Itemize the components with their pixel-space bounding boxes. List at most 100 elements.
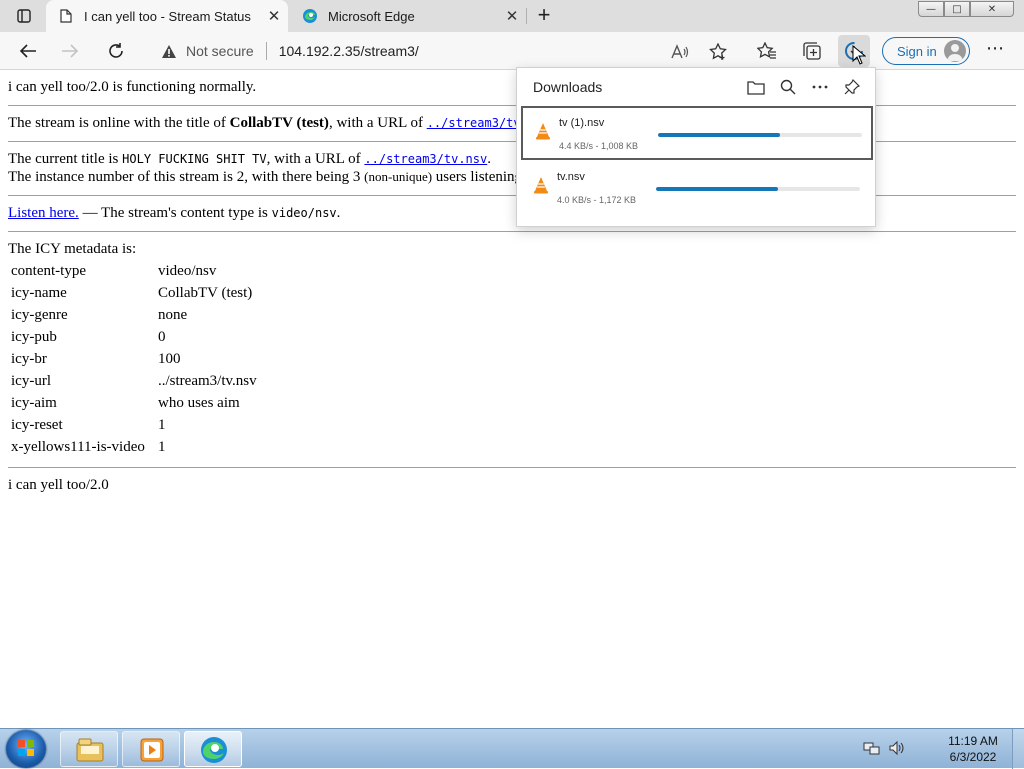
table-row: icy-genre none <box>8 304 260 326</box>
download-progress-fill <box>656 187 779 191</box>
pin-icon[interactable] <box>843 78 861 96</box>
sign-in-button[interactable]: Sign in <box>882 37 970 65</box>
edge-logo-icon <box>201 737 227 763</box>
close-tab-icon[interactable]: ✕ <box>260 7 288 25</box>
clock[interactable]: 11:19 AM 6/3/2022 <box>936 733 1010 765</box>
vlc-file-icon <box>536 123 550 140</box>
tab-actions-icon[interactable] <box>12 6 36 26</box>
metadata-key: icy-aim <box>11 394 57 411</box>
back-icon[interactable] <box>14 38 42 64</box>
metadata-key: x-yellows111-is-video <box>11 438 145 455</box>
close-window-button[interactable]: ✕ <box>970 1 1014 17</box>
tab-stream-status[interactable]: I can yell too - Stream Status ✕ <box>46 0 288 32</box>
more-options-icon[interactable] <box>811 78 829 96</box>
new-tab-button[interactable]: + <box>532 4 556 28</box>
downloads-title: Downloads <box>533 79 603 95</box>
network-icon[interactable] <box>862 739 880 761</box>
listen-here-link[interactable]: Listen here. <box>8 205 79 221</box>
security-label[interactable]: Not secure <box>186 43 254 59</box>
read-aloud-icon[interactable] <box>670 42 690 62</box>
divider <box>8 467 1016 468</box>
text: The instance number of this stream is 2,… <box>8 169 365 185</box>
download-status: 4.4 KB/s - 1,008 KB <box>559 141 639 151</box>
stream-title: CollabTV (test) <box>229 115 329 131</box>
metadata-value: video/nsv <box>158 262 217 279</box>
media-player-icon <box>140 738 164 762</box>
text: users listening. <box>432 169 526 185</box>
collections-icon[interactable] <box>801 40 823 62</box>
metadata-key: icy-name <box>11 284 67 301</box>
favorites-icon[interactable] <box>756 40 778 62</box>
vlc-file-icon <box>534 177 548 194</box>
page-icon <box>58 8 74 24</box>
table-row: icy-br 100 <box>8 348 260 370</box>
close-tab-icon[interactable]: ✕ <box>498 7 526 25</box>
open-folder-icon[interactable] <box>747 78 765 96</box>
metadata-value: 1 <box>158 438 166 455</box>
text: , with a URL of <box>328 115 427 131</box>
downloads-panel: Downloads tv (1).nsv 4.4 KB/s - 1,008 KB t… <box>516 67 876 227</box>
download-filename: tv (1).nsv <box>559 117 605 129</box>
text: . <box>336 205 341 221</box>
current-title: HOLY FUCKING SHIT TV <box>122 152 267 166</box>
taskbar: 11:19 AM 6/3/2022 <box>0 728 1024 769</box>
instance-line: The instance number of this stream is 2,… <box>8 169 526 186</box>
icy-metadata-table: content-type video/nsv icy-name CollabTV (t… <box>8 260 260 458</box>
address-bar[interactable]: Not secure 104.192.2.35/stream3/ <box>146 36 742 66</box>
show-desktop-button[interactable] <box>1012 729 1024 769</box>
tab-microsoft-edge[interactable]: Microsoft Edge ✕ <box>290 0 526 32</box>
stream-title-line: The stream is online with the title of C… <box>8 115 550 132</box>
start-button[interactable] <box>6 730 46 768</box>
metadata-key: icy-reset <box>11 416 63 433</box>
address-divider <box>265 42 267 60</box>
metadata-value: ../stream3/tv.nsv <box>158 372 257 389</box>
refresh-icon[interactable] <box>102 38 130 64</box>
download-progress-bar <box>658 133 862 137</box>
folder-icon <box>76 738 104 762</box>
metadata-value: 100 <box>158 350 181 367</box>
listen-line: Listen here. — The stream's content type… <box>8 205 340 222</box>
edge-logo-icon <box>302 8 318 24</box>
text: . <box>487 151 491 167</box>
table-row: icy-pub 0 <box>8 326 260 348</box>
table-row: icy-aim who uses aim <box>8 392 260 414</box>
clock-date: 6/3/2022 <box>949 750 997 764</box>
download-progress-bar <box>656 187 860 191</box>
metadata-value: none <box>158 306 188 323</box>
tab-divider <box>526 8 527 24</box>
metadata-key: icy-br <box>11 350 47 367</box>
avatar-icon <box>944 40 966 62</box>
download-item[interactable]: tv.nsv 4.0 KB/s - 1,172 KB <box>521 162 873 216</box>
taskbar-edge[interactable] <box>184 731 242 767</box>
window-controls: — □ ✕ <box>918 1 1014 17</box>
download-item[interactable]: tv (1).nsv 4.4 KB/s - 1,008 KB <box>521 106 873 160</box>
warning-icon[interactable] <box>160 42 178 60</box>
taskbar-explorer[interactable] <box>60 731 118 767</box>
metadata-value: who uses aim <box>158 394 240 411</box>
system-tray <box>862 739 906 761</box>
metadata-value: CollabTV (test) <box>158 284 253 301</box>
minimize-button[interactable]: — <box>918 1 944 17</box>
table-row: content-type video/nsv <box>8 260 260 282</box>
forward-icon <box>56 38 84 64</box>
downloads-button[interactable] <box>838 35 870 67</box>
text: (non-unique) <box>364 169 433 184</box>
downloads-actions <box>747 78 861 96</box>
settings-more-button[interactable]: ⋯ <box>984 40 1006 62</box>
url-text[interactable]: 104.192.2.35/stream3/ <box>279 43 419 59</box>
status-line: i can yell too/2.0 is functioning normal… <box>8 79 257 95</box>
search-icon[interactable] <box>779 78 797 96</box>
add-favorite-icon[interactable] <box>708 42 728 62</box>
current-url-link[interactable]: ../stream3/tv.nsv <box>364 152 487 166</box>
text: The current title is <box>8 151 123 167</box>
metadata-value: 1 <box>158 416 166 433</box>
tab-title: Microsoft Edge <box>328 8 415 24</box>
taskbar-media-player[interactable] <box>122 731 180 767</box>
metadata-key: icy-url <box>11 372 51 389</box>
volume-icon[interactable] <box>888 739 906 761</box>
content-type: video/nsv <box>271 206 337 220</box>
download-progress-fill <box>658 133 781 137</box>
maximize-button[interactable]: □ <box>944 1 970 17</box>
metadata-key: icy-pub <box>11 328 57 345</box>
metadata-value: 0 <box>158 328 166 345</box>
